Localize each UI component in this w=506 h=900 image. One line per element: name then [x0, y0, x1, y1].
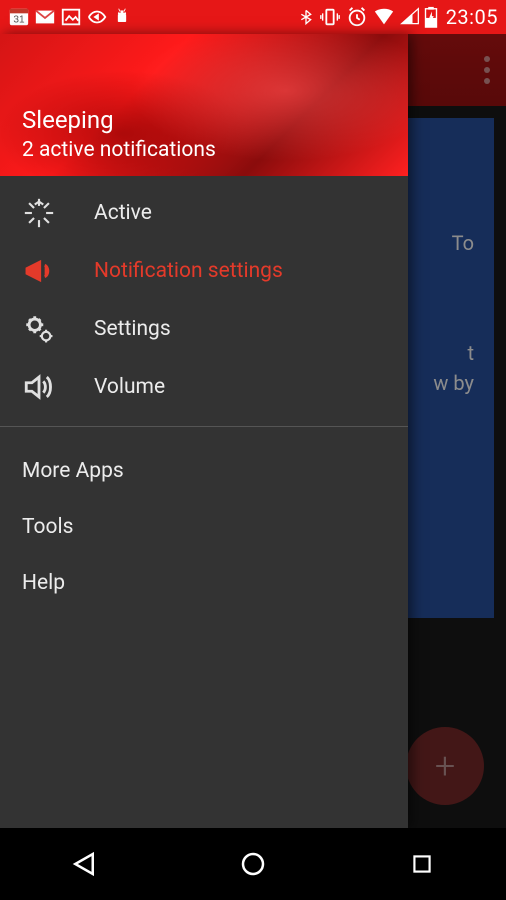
alarm-icon — [346, 6, 368, 28]
swiftkey-icon — [86, 6, 108, 28]
android-icon — [112, 6, 132, 28]
drawer-item-active[interactable]: Active — [0, 184, 408, 242]
recents-button[interactable] — [362, 828, 482, 900]
burst-icon — [22, 196, 94, 230]
drawer-divider — [0, 426, 408, 427]
vibrate-icon — [318, 6, 342, 28]
drawer-item-label: More Apps — [22, 459, 124, 483]
drawer-secondary-list: More Apps Tools Help — [0, 437, 408, 617]
svg-text:31: 31 — [13, 15, 25, 26]
home-button[interactable] — [193, 828, 313, 900]
system-nav-bar — [0, 828, 506, 900]
drawer-item-help[interactable]: Help — [0, 555, 408, 611]
drawer-header: Sleeping 2 active notifications — [0, 34, 408, 176]
drawer-subtitle: 2 active notifications — [22, 138, 386, 162]
image-icon — [60, 6, 82, 28]
drawer-item-label: Notification settings — [94, 259, 283, 283]
bluetooth-icon — [298, 6, 314, 28]
calendar-icon: 31 — [8, 6, 30, 28]
drawer-item-label: Settings — [94, 317, 171, 341]
drawer-title: Sleeping — [22, 106, 386, 134]
megaphone-icon — [22, 254, 94, 288]
back-button[interactable] — [24, 828, 144, 900]
drawer-item-label: Volume — [94, 375, 165, 399]
signal-icon — [400, 6, 420, 28]
drawer-item-volume[interactable]: Volume — [0, 358, 408, 416]
gmail-icon — [34, 6, 56, 28]
status-bar: 31 23:05 — [0, 0, 506, 34]
drawer-primary-list: Active Notification settings Setting — [0, 176, 408, 416]
navigation-drawer: Sleeping 2 active notifications Active — [0, 34, 408, 828]
drawer-item-label: Active — [94, 201, 152, 225]
drawer-item-tools[interactable]: Tools — [0, 499, 408, 555]
wifi-icon — [372, 6, 396, 28]
battery-charging-icon — [424, 6, 438, 28]
clock-text: 23:05 — [446, 5, 498, 29]
drawer-item-more-apps[interactable]: More Apps — [0, 443, 408, 499]
drawer-item-label: Tools — [22, 515, 73, 539]
drawer-item-label: Help — [22, 571, 65, 595]
gears-icon — [22, 312, 94, 346]
volume-icon — [22, 370, 94, 404]
drawer-item-settings[interactable]: Settings — [0, 300, 408, 358]
drawer-item-notification-settings[interactable]: Notification settings — [0, 242, 408, 300]
